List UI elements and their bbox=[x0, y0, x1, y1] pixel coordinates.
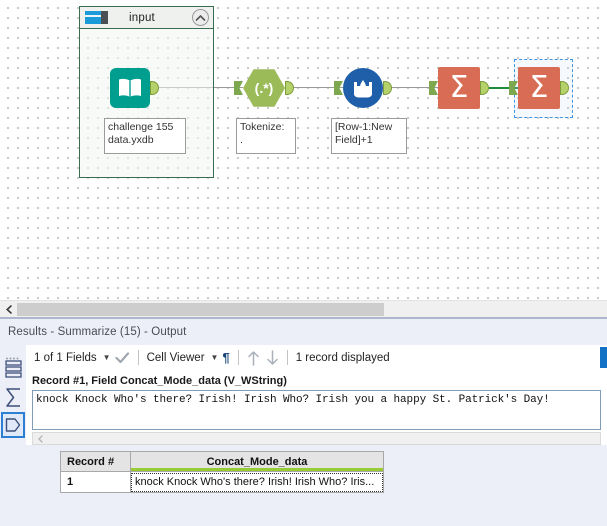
annotation-line: Field]+1 bbox=[335, 134, 373, 146]
column-header-concat-mode-data[interactable]: Concat_Mode_data bbox=[130, 451, 384, 472]
summarize-tool-1[interactable]: Σ bbox=[429, 67, 489, 109]
sigma-icon: Σ bbox=[438, 67, 480, 109]
chevron-left-icon[interactable] bbox=[0, 300, 17, 318]
column-header-record[interactable]: Record # bbox=[60, 451, 130, 472]
regex-tool-input-anchor[interactable] bbox=[234, 81, 243, 95]
results-toolbar: 1 of 1 Fields ▼ Cell Viewer ▼ ¶ 1 record… bbox=[26, 345, 607, 371]
tool-container-title: input bbox=[129, 11, 155, 24]
pilcrow-icon[interactable]: ¶ bbox=[222, 350, 229, 365]
annotation-line: data.yxdb bbox=[108, 134, 154, 146]
view-mode-selector[interactable]: Cell Viewer ▼ bbox=[147, 352, 223, 364]
arrow-down-icon[interactable] bbox=[266, 349, 279, 366]
table-header-row: Record # Concat_Mode_data bbox=[60, 451, 384, 472]
cell-viewer-header: Record #1, Field Concat_Mode_data (V_WSt… bbox=[26, 371, 607, 390]
results-main: 1 of 1 Fields ▼ Cell Viewer ▼ ¶ 1 record… bbox=[26, 345, 607, 526]
arrow-up-icon[interactable] bbox=[247, 350, 260, 366]
summarize1-input-anchor[interactable] bbox=[429, 81, 438, 95]
cell-viewer: Record #1, Field Concat_Mode_data (V_WSt… bbox=[26, 371, 607, 445]
table-row[interactable]: 1 knock Knock Who's there? Irish! Irish … bbox=[60, 472, 384, 493]
sigma-icon: Σ bbox=[518, 67, 560, 109]
record-count-label: 1 record displayed bbox=[295, 351, 390, 364]
cell-viewer-textbox[interactable]: knock Knock Who's there? Irish! Irish Wh… bbox=[32, 390, 601, 430]
annotation-line: challenge 155 bbox=[108, 121, 174, 133]
chevron-down-icon[interactable]: ▼ bbox=[211, 353, 219, 362]
rail-summarize-icon[interactable] bbox=[1, 384, 25, 410]
results-panel: Results - Summarize (15) - Output 1 of 1… bbox=[0, 317, 607, 526]
regex-tool-output-anchor[interactable] bbox=[285, 81, 294, 95]
canvas-scrollbar-thumb[interactable] bbox=[17, 302, 384, 316]
annotation-multirow[interactable]: [Row-1:New Field]+1 bbox=[331, 118, 407, 154]
annotation-line: . bbox=[240, 134, 243, 146]
cell-record-number[interactable]: 1 bbox=[60, 472, 130, 493]
summarize1-output-anchor[interactable] bbox=[480, 81, 489, 95]
regex-tool[interactable]: (.*) bbox=[234, 68, 294, 108]
rail-cell-viewer-icon[interactable] bbox=[1, 412, 25, 438]
results-body: 1 of 1 Fields ▼ Cell Viewer ▼ ¶ 1 record… bbox=[0, 345, 607, 526]
beaker-drop-icon bbox=[343, 68, 383, 108]
container-icon bbox=[85, 11, 108, 24]
input-data-tool[interactable] bbox=[110, 68, 159, 108]
cell-viewer-text: knock Knock Who's there? Irish! Irish Wh… bbox=[36, 394, 550, 406]
annotation-line: Tokenize: bbox=[240, 121, 285, 133]
results-data-grid[interactable]: Record # Concat_Mode_data 1 knock Knock … bbox=[60, 451, 384, 493]
chevron-down-icon[interactable]: ▼ bbox=[103, 353, 111, 362]
toolbar-divider bbox=[286, 350, 288, 365]
toolbar-divider bbox=[137, 350, 139, 365]
canvas-scrollbar-track[interactable] bbox=[384, 302, 607, 316]
rail-messages-icon[interactable] bbox=[1, 356, 25, 382]
fields-selector[interactable]: 1 of 1 Fields ▼ bbox=[34, 352, 115, 364]
annotation-input-data[interactable]: challenge 155 data.yxdb bbox=[104, 118, 186, 154]
drag-grip-icon[interactable] bbox=[5, 348, 21, 360]
results-title: Results - Summarize (15) - Output bbox=[8, 326, 187, 338]
chevron-left-icon[interactable] bbox=[33, 433, 47, 444]
tool-container-header[interactable]: input bbox=[80, 7, 213, 29]
regex-icon: (.*) bbox=[243, 69, 285, 107]
results-vertical-scrollbar[interactable] bbox=[600, 347, 607, 368]
summarize-tool-2[interactable]: Σ bbox=[509, 67, 569, 109]
multirow-tool-input-anchor[interactable] bbox=[334, 81, 343, 95]
canvas-horizontal-scrollbar[interactable] bbox=[0, 300, 607, 318]
chevron-up-icon[interactable] bbox=[192, 9, 209, 26]
alteryx-window: input (.*) Σ Σ challenge 155 data.yxdb T… bbox=[0, 0, 607, 526]
annotation-regex[interactable]: Tokenize: . bbox=[236, 118, 296, 154]
cell-concat-mode-data[interactable]: knock Knock Who's there? Irish! Irish Wh… bbox=[130, 472, 384, 493]
view-mode-label: Cell Viewer bbox=[146, 351, 205, 364]
results-side-rail bbox=[0, 345, 26, 526]
multirow-tool-output-anchor[interactable] bbox=[383, 81, 392, 95]
book-icon bbox=[110, 68, 150, 108]
cell-viewer-horizontal-scrollbar[interactable] bbox=[32, 432, 601, 445]
annotation-line: [Row-1:New bbox=[335, 121, 393, 133]
toolbar-divider bbox=[237, 350, 239, 365]
workflow-canvas[interactable]: input (.*) Σ Σ challenge 155 data.yxdb T… bbox=[0, 0, 607, 300]
multi-row-formula-tool[interactable] bbox=[334, 68, 392, 108]
fields-selector-label: 1 of 1 Fields bbox=[34, 351, 97, 364]
checkmark-icon[interactable] bbox=[114, 351, 130, 364]
